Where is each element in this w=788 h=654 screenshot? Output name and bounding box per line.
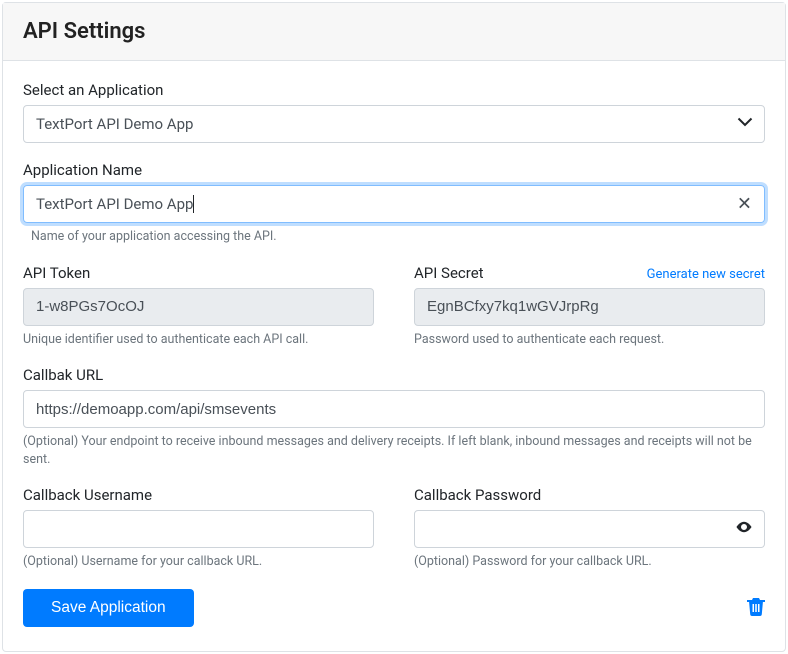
- api-secret-helper: Password used to authenticate each reque…: [414, 331, 765, 349]
- card-body: Select an Application TextPort API Demo …: [3, 61, 785, 651]
- select-application-group: Select an Application TextPort API Demo …: [23, 81, 765, 143]
- select-application-wrap: TextPort API Demo App: [23, 105, 765, 143]
- select-application[interactable]: TextPort API Demo App: [23, 105, 765, 143]
- page-title: API Settings: [23, 19, 765, 44]
- api-secret-group: API Secret Generate new secret Password …: [414, 264, 765, 349]
- api-token-helper: Unique identifier used to authenticate e…: [23, 331, 374, 349]
- callback-password-input[interactable]: [414, 510, 765, 548]
- callback-password-helper: (Optional) Password for your callback UR…: [414, 553, 765, 571]
- api-settings-card: API Settings Select an Application TextP…: [2, 2, 786, 652]
- card-header: API Settings: [3, 3, 785, 61]
- select-application-value: TextPort API Demo App: [36, 115, 193, 133]
- select-application-label: Select an Application: [23, 81, 765, 99]
- callback-password-wrap: [414, 510, 765, 548]
- api-token-input[interactable]: [23, 288, 374, 326]
- application-name-helper: Name of your application accessing the A…: [23, 228, 765, 246]
- callback-url-helper: (Optional) Your endpoint to receive inbo…: [23, 433, 765, 468]
- callback-username-helper: (Optional) Username for your callback UR…: [23, 553, 374, 571]
- api-token-label: API Token: [23, 264, 374, 282]
- save-button[interactable]: Save Application: [23, 589, 194, 627]
- application-name-input[interactable]: TextPort API Demo App ✕: [23, 185, 765, 223]
- callback-credentials-row: Callback Username (Optional) Username fo…: [23, 486, 765, 571]
- generate-secret-link[interactable]: Generate new secret: [647, 267, 765, 282]
- api-secret-label: API Secret: [414, 264, 484, 282]
- actions-row: Save Application: [23, 589, 765, 627]
- token-secret-row: API Token Unique identifier used to auth…: [23, 264, 765, 349]
- callback-url-input[interactable]: [23, 390, 765, 428]
- callback-url-label: Callbak URL: [23, 366, 765, 384]
- eye-icon[interactable]: [735, 518, 753, 540]
- callback-username-group: Callback Username (Optional) Username fo…: [23, 486, 374, 571]
- text-cursor: [193, 195, 194, 213]
- clear-icon[interactable]: ✕: [737, 194, 752, 215]
- application-name-label: Application Name: [23, 161, 765, 179]
- callback-username-label: Callback Username: [23, 486, 374, 504]
- application-name-value: TextPort API Demo App: [36, 195, 193, 213]
- callback-password-label: Callback Password: [414, 486, 765, 504]
- api-secret-input[interactable]: [414, 288, 765, 326]
- application-name-group: Application Name TextPort API Demo App ✕…: [23, 161, 765, 246]
- callback-username-input[interactable]: [23, 510, 374, 548]
- application-name-wrap: TextPort API Demo App ✕: [23, 185, 765, 223]
- api-token-group: API Token Unique identifier used to auth…: [23, 264, 374, 349]
- callback-password-group: Callback Password (Optional) Password fo…: [414, 486, 765, 571]
- callback-url-group: Callbak URL (Optional) Your endpoint to …: [23, 366, 765, 468]
